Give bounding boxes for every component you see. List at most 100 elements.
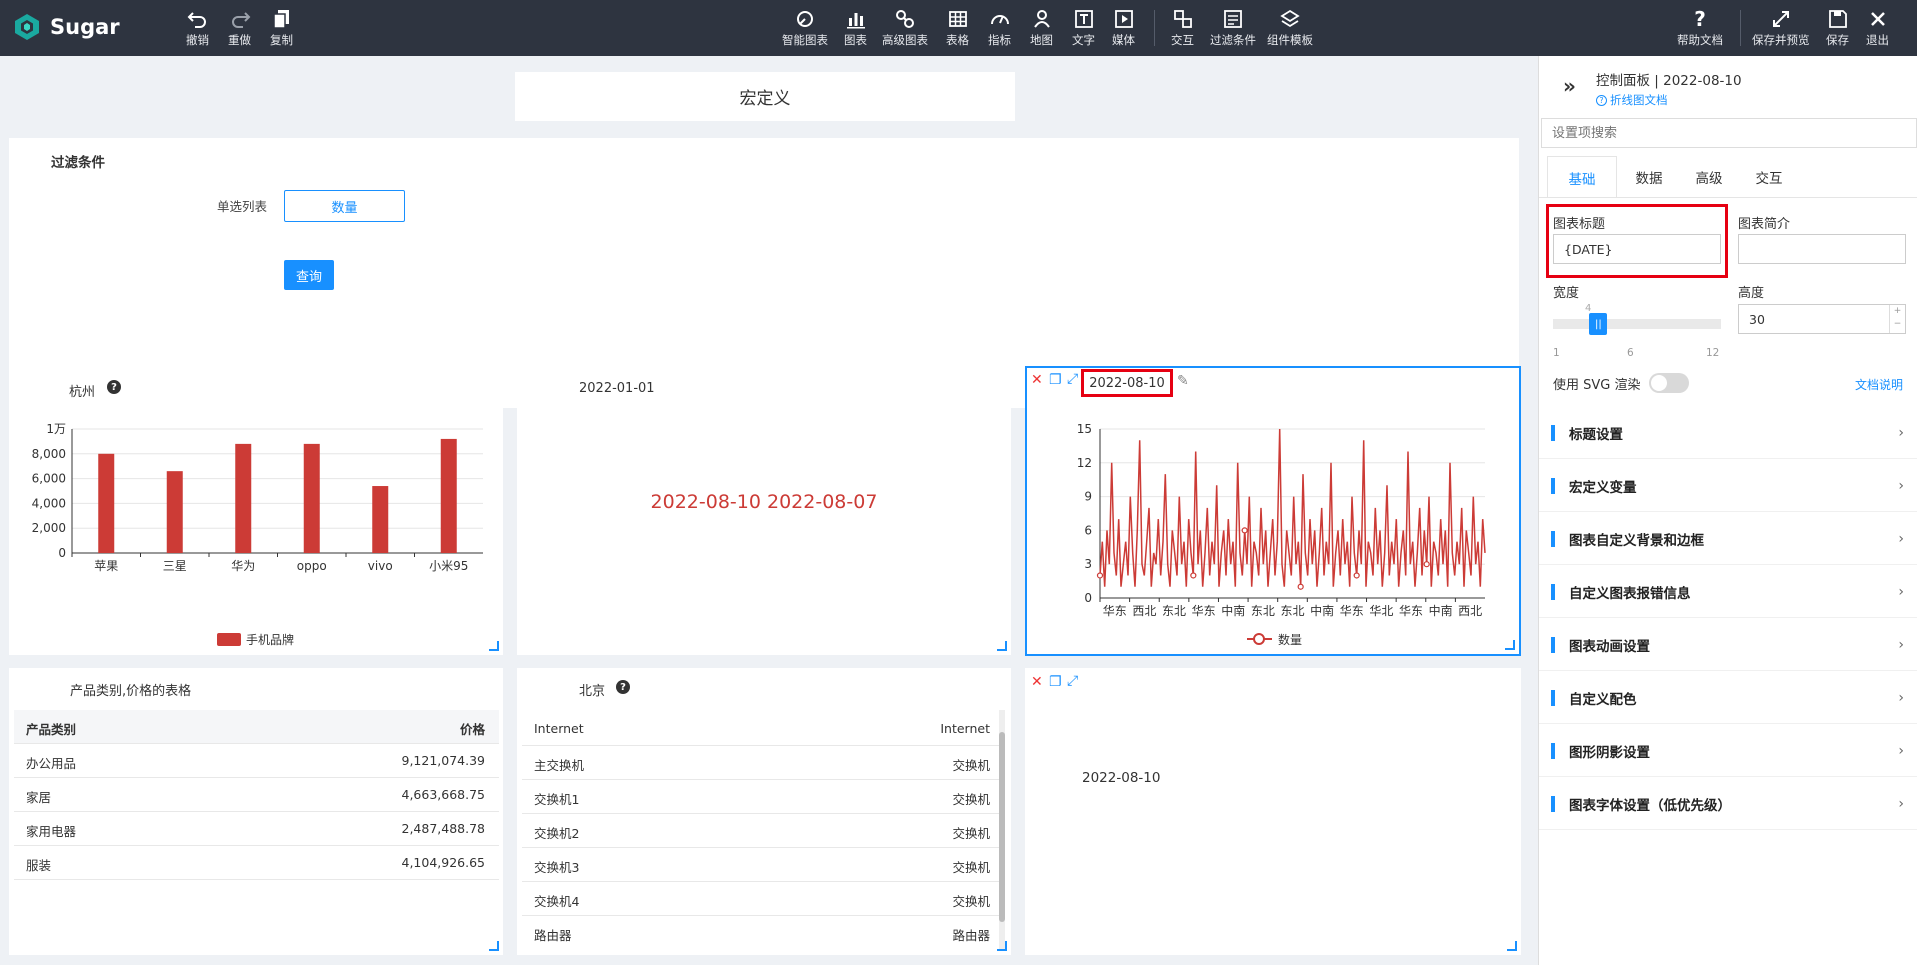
width-max: 12: [1706, 347, 1720, 359]
map-button[interactable]: 地图: [1030, 8, 1053, 48]
interaction-button[interactable]: 交互: [1171, 8, 1194, 48]
quantity-select[interactable]: 数量: [284, 190, 405, 222]
fullscreen-icon[interactable]: ⤢: [1067, 673, 1078, 689]
advanced-chart-icon: [896, 10, 914, 28]
table-row[interactable]: 主交换机 交换机: [522, 746, 1004, 780]
query-button[interactable]: 查询: [284, 260, 334, 290]
expand-icon: [1772, 11, 1789, 27]
date-text-card[interactable]: 2022-01-01 2022-08-10 2022-08-07: [517, 368, 1011, 655]
delete-icon[interactable]: ✕: [1031, 674, 1043, 690]
table-row[interactable]: 交换机1 交换机: [522, 780, 1004, 814]
smart-chart-button[interactable]: 智能图表: [782, 8, 828, 48]
resize-handle[interactable]: [1505, 640, 1515, 650]
text-button[interactable]: 文字: [1072, 8, 1095, 48]
category-error-info[interactable]: 自定义图表报错信息 ›: [1539, 566, 1917, 618]
x-tick-label: 西北: [1132, 604, 1156, 618]
category-background-border[interactable]: 图表自定义背景和边框 ›: [1539, 513, 1917, 565]
svg-doc-link[interactable]: 文档说明: [1855, 376, 1903, 393]
chart-button[interactable]: 图表: [844, 8, 867, 48]
hangzhou-chart-card[interactable]: 杭州 ? 0 2,000 4,000 6,000 8,000 1万 苹果 三星 华为 oppo vi…: [9, 368, 503, 655]
map-pin-icon: [1033, 10, 1050, 28]
table-row[interactable]: 交换机2 交换机: [522, 814, 1004, 848]
table-row[interactable]: 家用电器 2,487,488.78: [14, 812, 499, 846]
toggle-knob: [1651, 375, 1667, 391]
table-row[interactable]: 办公用品 9,121,074.39: [14, 744, 499, 778]
macro-title-card[interactable]: 宏定义: [515, 72, 1015, 121]
legend-label: 手机品牌: [246, 633, 294, 647]
doc-link[interactable]: ? 折线图文档: [1596, 92, 1668, 108]
help-circle-icon[interactable]: ?: [616, 680, 630, 694]
resize-handle[interactable]: [997, 941, 1007, 951]
undo-button[interactable]: 撤销: [186, 8, 209, 48]
width-slider[interactable]: ||: [1553, 313, 1721, 335]
tab-interaction[interactable]: 交互: [1741, 156, 1797, 198]
date-card-content: 2022-08-10 2022-08-07: [650, 491, 878, 513]
svg-render-toggle[interactable]: [1649, 373, 1689, 393]
category-title-settings[interactable]: 标题设置 ›: [1539, 407, 1917, 459]
toolbar-divider: [1154, 10, 1155, 46]
table-row[interactable]: 交换机4 交换机: [522, 882, 1004, 916]
table-button[interactable]: 表格: [946, 8, 969, 48]
line-chart-card[interactable]: ✕ ❐ ⤢ 2022-08-10 ✎ 0 3 6 9 12 15 华东 西北 东北 华东 中南 东北东…: [1025, 366, 1521, 656]
table-row[interactable]: 家居 4,663,668.75: [14, 778, 499, 812]
media-button[interactable]: 媒体: [1112, 8, 1135, 48]
y-tick-label: 2,000: [32, 521, 66, 535]
x-tick-label: oppo: [297, 559, 327, 573]
height-input[interactable]: 30 + −: [1738, 304, 1906, 334]
category-font-settings[interactable]: 图表字体设置（低优先级） ›: [1539, 778, 1917, 830]
help-doc-button[interactable]: ? 帮助文档: [1677, 8, 1723, 48]
exit-button[interactable]: 退出: [1866, 8, 1889, 48]
scrollbar-track[interactable]: [999, 710, 1005, 950]
template-button[interactable]: 组件模板: [1267, 8, 1313, 48]
product-table-card[interactable]: 产品类别,价格的表格 产品类别 价格 办公用品 9,121,074.39 家居 …: [9, 668, 503, 955]
height-stepper[interactable]: + −: [1889, 305, 1905, 333]
indicator-button[interactable]: 指标: [988, 8, 1011, 48]
gauge-icon: [990, 15, 1009, 25]
resize-handle[interactable]: [489, 941, 499, 951]
filter-button[interactable]: 过滤条件: [1210, 8, 1256, 48]
x-tick-label: 华东: [1103, 604, 1127, 618]
duplicate-icon[interactable]: ❐: [1049, 674, 1062, 690]
settings-search-input[interactable]: [1541, 118, 1917, 148]
category-shadow[interactable]: 图形阴影设置 ›: [1539, 725, 1917, 777]
bar-chart-icon: [846, 13, 865, 29]
y-tick-label: 8,000: [32, 447, 66, 461]
table-header-row: 产品类别 价格: [14, 710, 499, 744]
resize-handle[interactable]: [997, 641, 1007, 651]
toolbar-divider: [1740, 10, 1741, 46]
beijing-table-card[interactable]: 北京 ? Internet Internet 主交换机 交换机 交换机1 交换机…: [517, 668, 1011, 955]
table-row[interactable]: 服装 4,104,926.65: [14, 846, 499, 880]
slider-handle[interactable]: ||: [1589, 313, 1608, 335]
chart-desc-input[interactable]: [1738, 234, 1906, 264]
app-logo: Sugar: [12, 12, 120, 42]
table-row[interactable]: 交换机3 交换机: [522, 848, 1004, 882]
product-table-title: 产品类别,价格的表格: [70, 684, 192, 699]
chart-title-input[interactable]: {DATE}: [1553, 234, 1721, 264]
copy-button[interactable]: 复制: [270, 8, 293, 48]
resize-handle[interactable]: [1507, 941, 1517, 951]
save-preview-button[interactable]: 保存并预览: [1752, 8, 1810, 48]
macro-title: 宏定义: [739, 89, 791, 109]
data-point: [1241, 527, 1248, 534]
scrollbar-thumb[interactable]: [999, 732, 1005, 922]
tab-data[interactable]: 数据: [1621, 156, 1677, 198]
save-button[interactable]: 保存: [1826, 8, 1849, 48]
category-custom-colors[interactable]: 自定义配色 ›: [1539, 672, 1917, 724]
tab-basic[interactable]: 基础: [1547, 156, 1617, 198]
collapse-panel-icon[interactable]: »: [1563, 74, 1576, 98]
product-table: 产品类别 价格 办公用品 9,121,074.39 家居 4,663,668.7…: [14, 710, 499, 920]
resize-handle[interactable]: [489, 641, 499, 651]
advanced-chart-button[interactable]: 高级图表: [882, 8, 928, 48]
category-macro-variables[interactable]: 宏定义变量 ›: [1539, 460, 1917, 512]
y-tick-label: 3: [1084, 557, 1092, 571]
table-row[interactable]: 路由器 路由器: [522, 916, 1004, 950]
bar: [440, 438, 457, 553]
tab-advanced[interactable]: 高级: [1681, 156, 1737, 198]
text-card[interactable]: ✕ ❐ ⤢ 2022-08-10: [1025, 668, 1521, 955]
chevron-right-icon: ›: [1898, 424, 1904, 441]
bar: [98, 453, 115, 553]
redo-button[interactable]: 重做: [228, 8, 251, 48]
filter-icon: [1224, 10, 1242, 28]
y-tick-label: 4,000: [32, 496, 66, 510]
category-animation[interactable]: 图表动画设置 ›: [1539, 619, 1917, 671]
